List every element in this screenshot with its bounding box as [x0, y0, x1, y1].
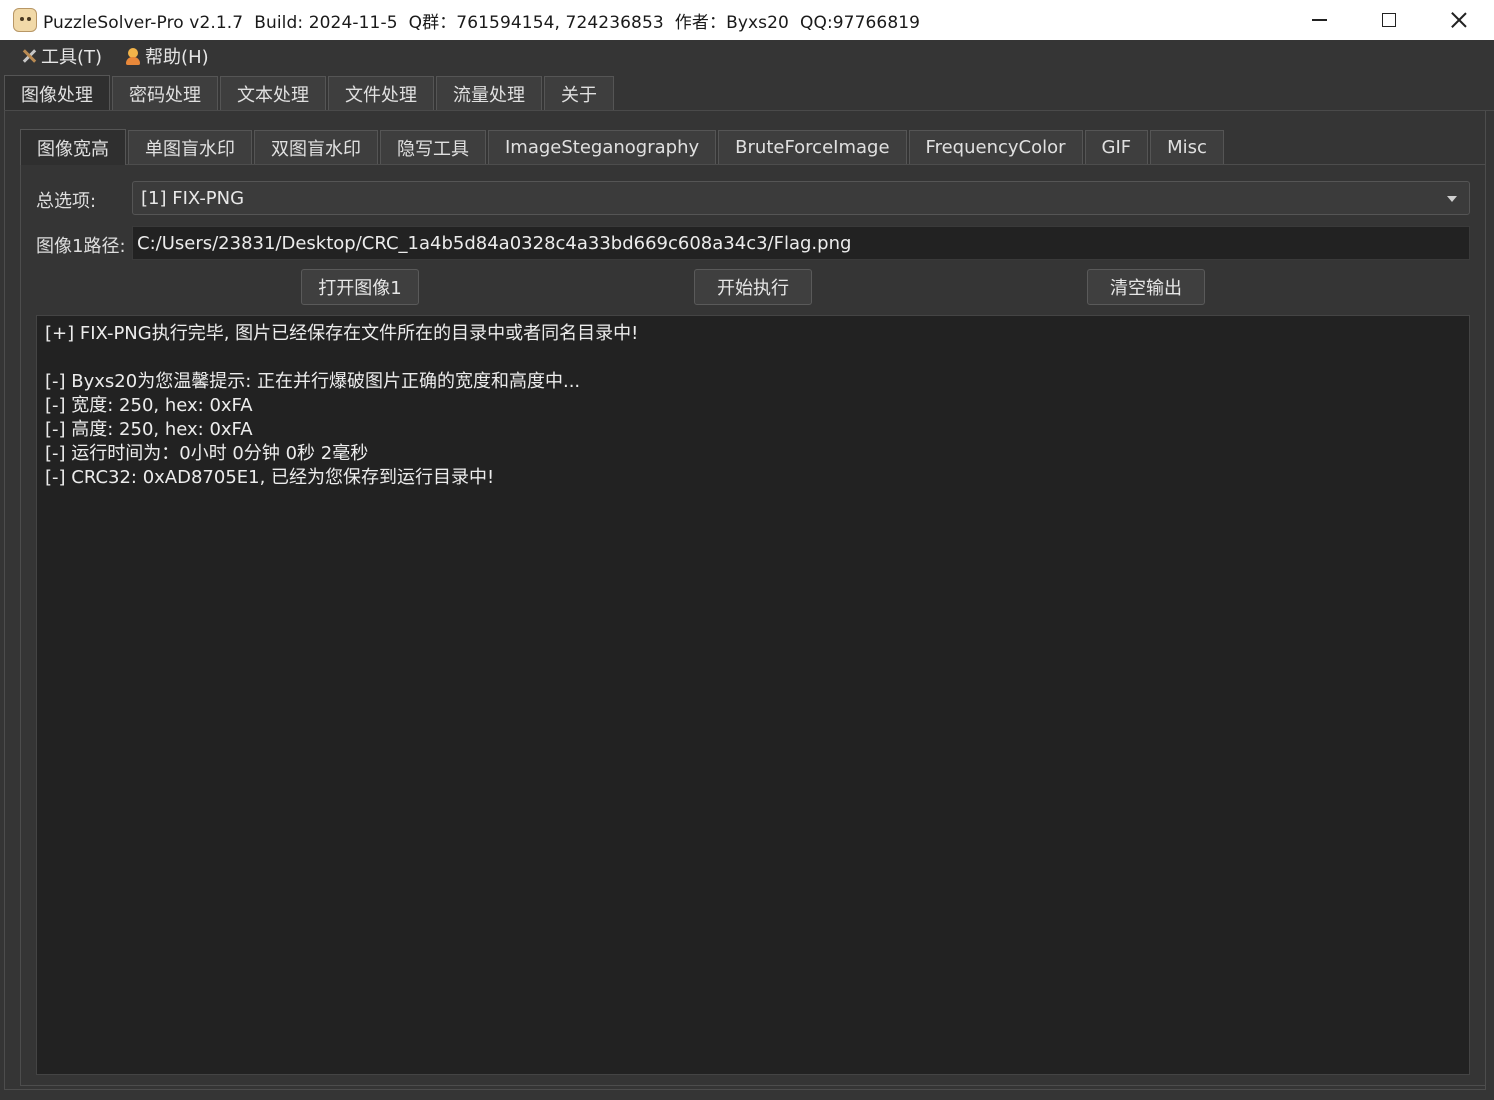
- maximize-icon: [1382, 13, 1396, 27]
- title-bar: PuzzleSolver-Pro v2.1.7 Build: 2024-11-5…: [0, 0, 1494, 40]
- menu-bar: 工具(T) 帮助(H): [0, 40, 1494, 72]
- output-textarea[interactable]: [+] FIX-PNG执行完毕, 图片已经保存在文件所在的目录中或者同名目录中!…: [36, 315, 1470, 1075]
- tab-stego-tools[interactable]: 隐写工具: [380, 130, 486, 164]
- output-line: [-] 运行时间为：0小时 0分钟 0秒 2毫秒: [45, 443, 369, 464]
- tab-image-steganography[interactable]: ImageSteganography: [488, 130, 717, 164]
- clear-output-button[interactable]: 清空输出: [1087, 269, 1205, 305]
- tab-image-processing[interactable]: 图像处理: [4, 75, 110, 111]
- tab-password-processing[interactable]: 密码处理: [112, 76, 218, 110]
- chevron-down-icon: [1447, 196, 1457, 202]
- menu-help-label: 帮助(H): [145, 47, 209, 68]
- menu-tools-label: 工具(T): [41, 47, 103, 68]
- tab-traffic-processing[interactable]: 流量处理: [436, 76, 542, 110]
- close-icon: [1451, 12, 1467, 28]
- window-controls: [1284, 0, 1494, 40]
- help-person-icon: [124, 47, 142, 65]
- image1-path-label: 图像1路径:: [36, 236, 126, 257]
- app-logo-icon: [13, 8, 37, 32]
- image1-path-input[interactable]: C:/Users/23831/Desktop/CRC_1a4b5d84a0328…: [132, 226, 1470, 260]
- output-line: [-] Byxs20为您温馨提示: 正在并行爆破图片正确的宽度和高度中...: [45, 371, 581, 392]
- option-select-value: [1] FIX-PNG: [141, 187, 245, 209]
- sub-tab-bar: 图像宽高 单图盲水印 双图盲水印 隐写工具 ImageSteganography…: [20, 129, 1226, 165]
- tab-frequency-color[interactable]: FrequencyColor: [908, 130, 1083, 164]
- run-button[interactable]: 开始执行: [694, 269, 812, 305]
- menu-tools[interactable]: 工具(T): [20, 43, 102, 69]
- close-button[interactable]: [1424, 0, 1494, 40]
- output-line: [-] CRC32: 0xAD8705E1, 已经为您保存到运行目录中!: [45, 467, 495, 488]
- tab-gif[interactable]: GIF: [1084, 130, 1149, 164]
- output-line: [+] FIX-PNG执行完毕, 图片已经保存在文件所在的目录中或者同名目录中!: [45, 323, 639, 344]
- open-image1-button[interactable]: 打开图像1: [301, 269, 419, 305]
- minimize-button[interactable]: [1284, 0, 1354, 40]
- option-select[interactable]: [1] FIX-PNG: [132, 181, 1470, 215]
- tab-image-width-height[interactable]: 图像宽高: [20, 129, 126, 165]
- tab-single-blind-watermark[interactable]: 单图盲水印: [128, 130, 252, 164]
- output-line: [-] 宽度: 250, hex: 0xFA: [45, 395, 253, 416]
- tab-file-processing[interactable]: 文件处理: [328, 76, 434, 110]
- tab-about[interactable]: 关于: [544, 76, 614, 110]
- tab-text-processing[interactable]: 文本处理: [220, 76, 326, 110]
- tab-misc[interactable]: Misc: [1150, 130, 1224, 164]
- maximize-button[interactable]: [1354, 0, 1424, 40]
- tab-brute-force-image[interactable]: BruteForceImage: [718, 130, 907, 164]
- window-title: PuzzleSolver-Pro v2.1.7 Build: 2024-11-5…: [43, 12, 921, 33]
- tab-double-blind-watermark[interactable]: 双图盲水印: [254, 130, 378, 164]
- main-tab-bar: 图像处理 密码处理 文本处理 文件处理 流量处理 关于: [4, 75, 1494, 111]
- output-line: [-] 高度: 250, hex: 0xFA: [45, 419, 253, 440]
- tools-icon: [20, 47, 38, 65]
- option-label: 总选项:: [36, 191, 97, 212]
- app-window: PuzzleSolver-Pro v2.1.7 Build: 2024-11-5…: [0, 0, 1494, 1100]
- menu-help[interactable]: 帮助(H): [124, 43, 209, 69]
- minimize-icon: [1311, 19, 1327, 21]
